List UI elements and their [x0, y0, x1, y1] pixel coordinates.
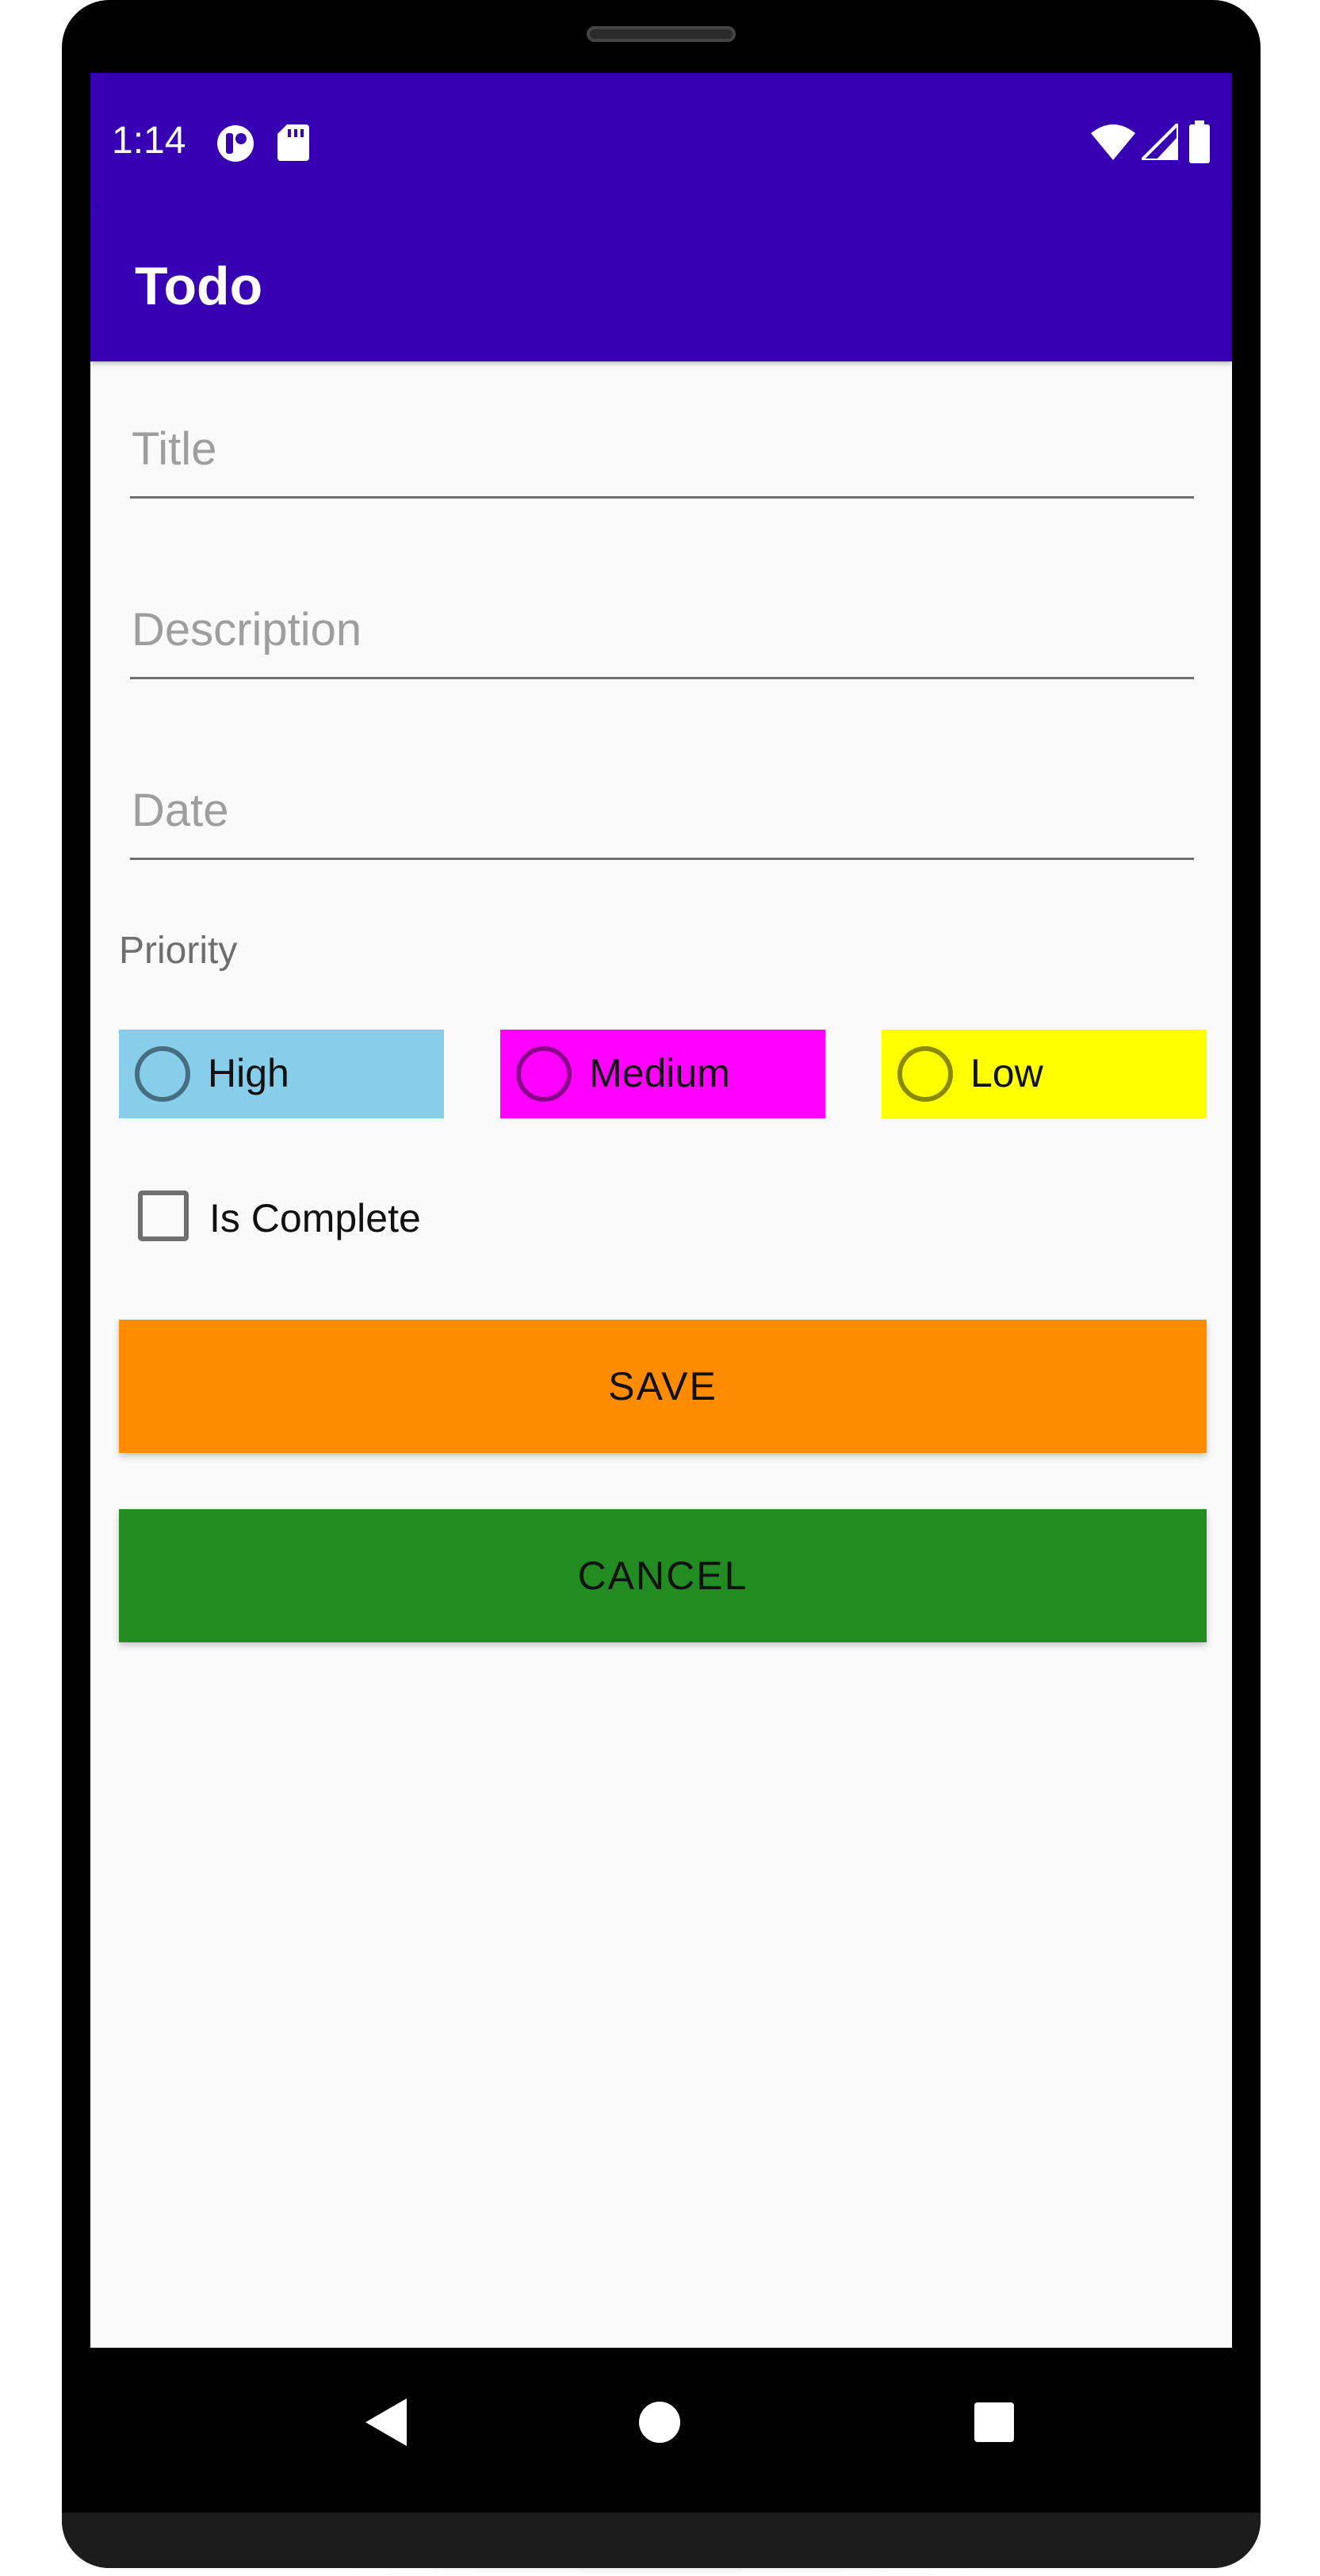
priority-high-label: High	[208, 1051, 289, 1095]
battery-icon	[1189, 120, 1210, 163]
radio-circle-icon	[897, 1046, 953, 1102]
device-bottom-edge	[62, 2513, 1261, 2568]
description-input[interactable]	[130, 592, 1194, 679]
radio-circle-icon	[516, 1046, 572, 1102]
priority-label: Priority	[119, 930, 238, 972]
save-button[interactable]: SAVE	[119, 1320, 1207, 1453]
device-frame: 1:14 Todo Title Description Date Priorit…	[62, 0, 1261, 2568]
speaker-grille	[587, 26, 736, 42]
status-time: 1:14	[112, 120, 186, 162]
checkbox-icon	[138, 1191, 189, 1241]
priority-high-radio[interactable]: High	[119, 1030, 444, 1118]
navigation-bar	[90, 2348, 1232, 2506]
screen: 1:14 Todo Title Description Date Priorit…	[90, 73, 1232, 2348]
priority-medium-radio[interactable]: Medium	[500, 1030, 825, 1118]
date-input[interactable]	[130, 773, 1194, 860]
wifi-icon	[1091, 124, 1135, 160]
cell-signal-icon	[1142, 124, 1178, 160]
is-complete-checkbox[interactable]: Is Complete	[138, 1191, 534, 1254]
app-bar: Todo	[90, 209, 1232, 361]
priority-medium-label: Medium	[589, 1051, 730, 1095]
radio-circle-icon	[135, 1046, 190, 1102]
status-bar: 1:14	[90, 73, 1232, 209]
sd-card-icon	[277, 124, 309, 161]
priority-low-label: Low	[970, 1051, 1043, 1095]
recents-icon[interactable]	[974, 2402, 1015, 2443]
home-icon[interactable]	[637, 2400, 682, 2444]
back-icon[interactable]	[364, 2397, 408, 2448]
app-notification-icon	[217, 125, 254, 162]
app-title: Todo	[135, 256, 263, 316]
is-complete-label: Is Complete	[209, 1196, 421, 1240]
priority-low-radio[interactable]: Low	[882, 1030, 1207, 1118]
cancel-button[interactable]: CANCEL	[119, 1509, 1207, 1642]
title-input[interactable]	[130, 411, 1194, 499]
